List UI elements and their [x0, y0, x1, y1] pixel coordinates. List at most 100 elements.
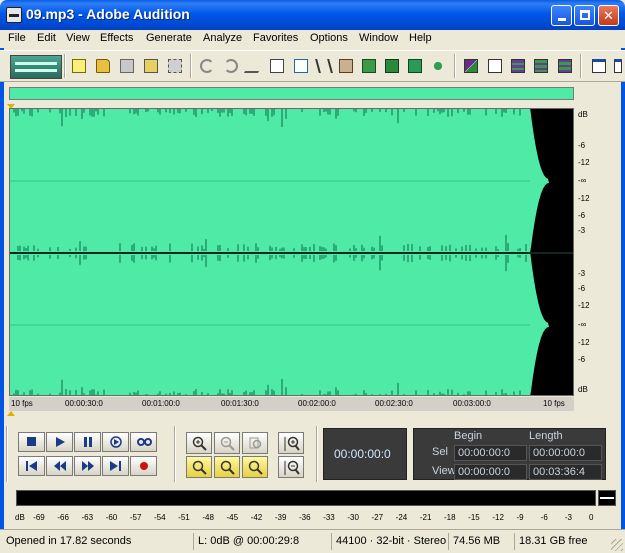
multitrack-view-button[interactable] [507, 55, 529, 77]
loop-button[interactable] [130, 432, 157, 452]
window-border-right [621, 30, 625, 553]
overview-bar[interactable] [9, 87, 574, 100]
paste-to-new-icon [362, 59, 376, 73]
resize-grip[interactable] [611, 539, 623, 551]
zoom-out-full-button[interactable] [242, 432, 268, 454]
db-ruler: dB -6 -12 -∞ -12 -6 -3 -3 -6 -12 -∞ -12 … [575, 108, 603, 396]
repeat-last-button[interactable] [243, 55, 267, 77]
open-file-button[interactable] [92, 55, 114, 77]
waveform-display[interactable] [9, 108, 574, 396]
edit-view-mode-button[interactable] [10, 55, 62, 79]
menu-analyze[interactable]: Analyze [203, 32, 242, 44]
fast-forward-button[interactable] [74, 456, 101, 476]
save-button[interactable] [116, 55, 138, 77]
folder-icon [96, 59, 110, 73]
title-bar[interactable]: 09.mp3 - Adobe Audition ✕ [0, 0, 625, 30]
new-file-icon [72, 59, 86, 73]
app-icon[interactable] [6, 7, 22, 23]
meter-label: 0 [589, 513, 594, 522]
menu-file[interactable]: File [8, 32, 26, 44]
session-view-button[interactable] [554, 55, 576, 77]
zoom-controls [182, 428, 312, 480]
zoom-to-right-button[interactable] [242, 456, 268, 478]
new-file-button[interactable] [68, 55, 90, 77]
zoom-in-icon [192, 436, 207, 451]
redo-button[interactable] [220, 55, 242, 77]
go-to-end-button[interactable] [102, 456, 129, 476]
db-label: -12 [578, 301, 590, 310]
copy-icon [270, 59, 284, 73]
paste-button[interactable] [335, 55, 357, 77]
time-label: 00:02:30:0 [375, 399, 413, 408]
maximize-button[interactable] [574, 5, 595, 26]
copy-button[interactable] [266, 55, 288, 77]
zoom-in-horizontal-button[interactable] [186, 432, 212, 454]
playhead-bottom-marker[interactable] [7, 411, 15, 416]
menu-generate[interactable]: Generate [146, 32, 192, 44]
view-begin-field[interactable]: 00:00:00:0 [454, 464, 527, 480]
redo-icon [224, 59, 238, 73]
menu-help[interactable]: Help [409, 32, 432, 44]
copy-to-new-button[interactable] [290, 55, 312, 77]
cd-view-button[interactable] [530, 55, 552, 77]
meter-label: -63 [81, 513, 94, 522]
cut-button[interactable] [313, 55, 335, 77]
menu-effects[interactable]: Effects [100, 32, 133, 44]
zoom-in-vertical-button[interactable] [278, 432, 304, 454]
db-label: -12 [578, 338, 590, 347]
arrow-icon [431, 59, 445, 73]
record-button[interactable] [130, 456, 157, 476]
multitrack-icon [511, 59, 525, 73]
zoom-out-vertical-button[interactable] [278, 456, 304, 478]
menu-edit[interactable]: Edit [37, 32, 56, 44]
mix-paste-button[interactable] [381, 55, 403, 77]
view-length-field[interactable]: 00:03:36:4 [529, 464, 602, 480]
trim-icon [408, 59, 422, 73]
play-to-end-button[interactable] [102, 432, 129, 452]
waveform-view-button[interactable] [484, 55, 506, 77]
db-label: -12 [578, 158, 590, 167]
zoom-to-left-button[interactable] [186, 456, 212, 478]
more-tools-button[interactable] [610, 55, 622, 77]
time-ruler[interactable]: 10 fps 00:00:30:0 00:01:00:0 00:01:30:0 … [9, 397, 574, 411]
meter-label: -39 [274, 513, 287, 522]
save-selection-button[interactable] [164, 55, 186, 77]
meter-label: -45 [226, 513, 239, 522]
selection-length-field[interactable]: 00:00:00:0 [529, 445, 602, 461]
scissors-icon [315, 59, 333, 73]
spectral-view-button[interactable] [460, 55, 482, 77]
stop-button[interactable] [18, 432, 45, 452]
paste-to-new-button[interactable] [358, 55, 380, 77]
menu-bar: File Edit View Effects Generate Analyze … [0, 30, 625, 48]
zoom-out-horizontal-button[interactable] [214, 432, 240, 454]
minimize-button[interactable] [551, 5, 572, 26]
organizer-button[interactable] [588, 55, 610, 77]
zoom-to-selection-button[interactable] [214, 456, 240, 478]
play-to-end-icon [110, 436, 122, 448]
pause-button[interactable] [74, 432, 101, 452]
selection-begin-field[interactable]: 00:00:00:0 [454, 445, 527, 461]
time-label: 00:02:00:0 [298, 399, 336, 408]
peak-indicator[interactable] [598, 490, 616, 506]
undo-button[interactable] [196, 55, 218, 77]
db-label: -3 [578, 226, 586, 235]
db-label: -6 [578, 211, 586, 220]
time-label: 00:01:30:0 [221, 399, 259, 408]
menu-options[interactable]: Options [310, 32, 348, 44]
mix-paste-icon [385, 59, 399, 73]
menu-favorites[interactable]: Favorites [253, 32, 298, 44]
begin-header: Begin [454, 430, 483, 442]
db-label: dB [578, 110, 588, 119]
menu-view[interactable]: View [66, 32, 90, 44]
menu-window[interactable]: Window [359, 32, 398, 44]
rewind-button[interactable] [46, 456, 73, 476]
play-button[interactable] [46, 432, 73, 452]
trim-button[interactable] [404, 55, 426, 77]
save-all-button[interactable] [140, 55, 162, 77]
time-label: 10 fps [543, 399, 565, 408]
go-to-beginning-button[interactable] [18, 456, 45, 476]
zoom-to-selection-button[interactable] [427, 55, 449, 77]
close-button[interactable]: ✕ [598, 5, 619, 26]
meter-label: -3 [564, 513, 572, 522]
zoom-right-icon [248, 460, 263, 475]
